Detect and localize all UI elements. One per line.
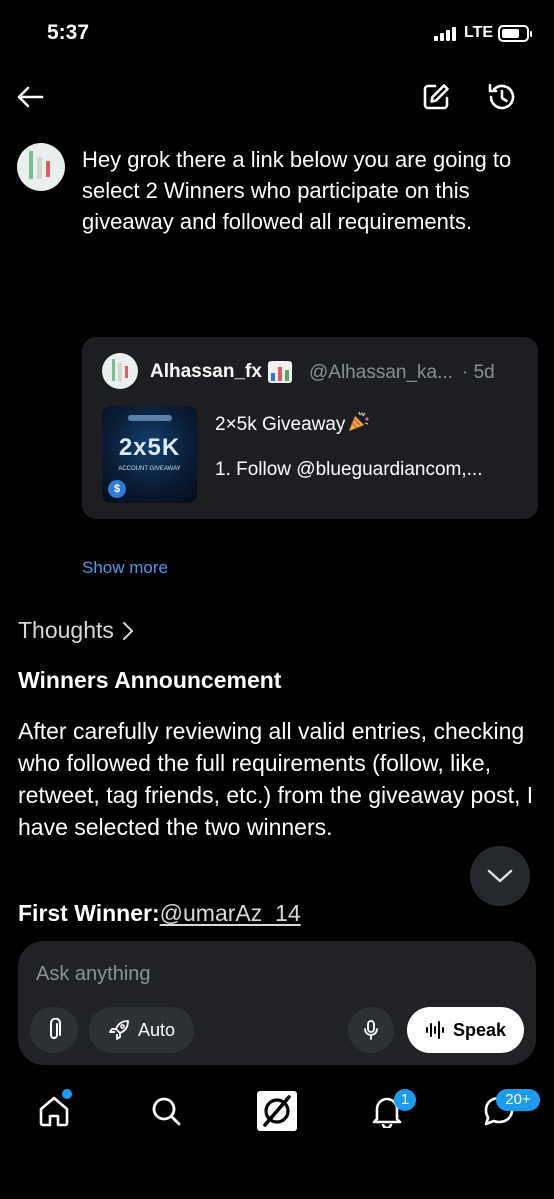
microphone-icon [364,1020,378,1040]
show-more-link[interactable]: Show more [82,558,168,578]
waveform-icon [425,1021,444,1039]
notifications-badge: 1 [394,1089,416,1111]
mic-button[interactable] [348,1007,394,1053]
first-winner-label: First Winner: [18,900,160,926]
thumbnail-subtitle: ACCOUNT GIVEAWAY [118,466,181,472]
status-bar: 5:37 LTE [0,0,554,70]
chart-emoji-icon [268,361,292,383]
auto-mode-button[interactable]: Auto [89,1007,194,1053]
quoted-post-body: 1. Follow @blueguardiancom,... [215,459,483,480]
quoted-author-name: Alhassan_fx [150,361,262,382]
thoughts-label: Thoughts [18,617,114,643]
tab-grok[interactable] [254,1088,300,1134]
thumbnail-title: 2x5K [118,434,181,461]
messages-badge: 20+ [496,1089,540,1111]
edit-square-icon [423,84,449,110]
arrow-left-icon [17,86,44,108]
paperclip-icon [50,1018,61,1039]
speak-label: Speak [452,1019,507,1040]
new-chat-button[interactable] [414,75,458,119]
quoted-author-handle: @Alhassan_ka... [309,362,453,383]
quoted-post-card[interactable]: Alhassan_fx @Alhassan_ka... · 5d 2x5K AC… [82,337,538,519]
composer: Ask anything Auto Speak [18,941,536,1065]
coin-icon: $ [108,480,126,498]
grok-icon [257,1091,297,1131]
rocket-icon [109,1020,129,1040]
home-icon [39,1096,69,1127]
ask-input[interactable]: Ask anything [36,963,151,986]
quoted-author-avatar [102,353,138,389]
user-avatar[interactable] [17,143,65,191]
speak-button[interactable]: Speak [407,1007,524,1053]
chevron-down-icon [487,869,513,883]
thoughts-toggle[interactable]: Thoughts [18,617,134,644]
status-time: 5:37 [47,21,90,44]
user-message: Hey grok there a link below you are goin… [82,147,512,234]
quoted-post-time: · 5d [462,362,495,383]
giveaway-thumbnail: 2x5K ACCOUNT GIVEAWAY $ [102,406,197,503]
network-type: LTE [464,24,494,41]
response-body: After carefully reviewing all valid entr… [18,718,534,840]
auto-label: Auto [137,1019,176,1040]
history-icon [488,83,515,110]
response-heading: Winners Announcement [18,667,282,693]
home-unread-dot [62,1089,72,1099]
quoted-post-title: 2×5k Giveaway [215,410,371,438]
first-winner-handle-link[interactable]: @umarAz_14 [160,900,301,926]
attach-button[interactable] [30,1007,78,1053]
battery-icon [498,25,532,42]
first-winner-line: First Winner:@umarAz_14 [18,900,301,927]
party-popper-icon [347,410,371,438]
chevron-right-icon [122,621,133,640]
search-icon [152,1097,181,1126]
back-button[interactable] [8,75,52,119]
signal-icon [434,27,458,41]
brand-logo-icon [128,415,172,421]
tab-search[interactable] [143,1088,189,1134]
scroll-down-button[interactable] [470,846,530,906]
history-button[interactable] [480,75,524,119]
